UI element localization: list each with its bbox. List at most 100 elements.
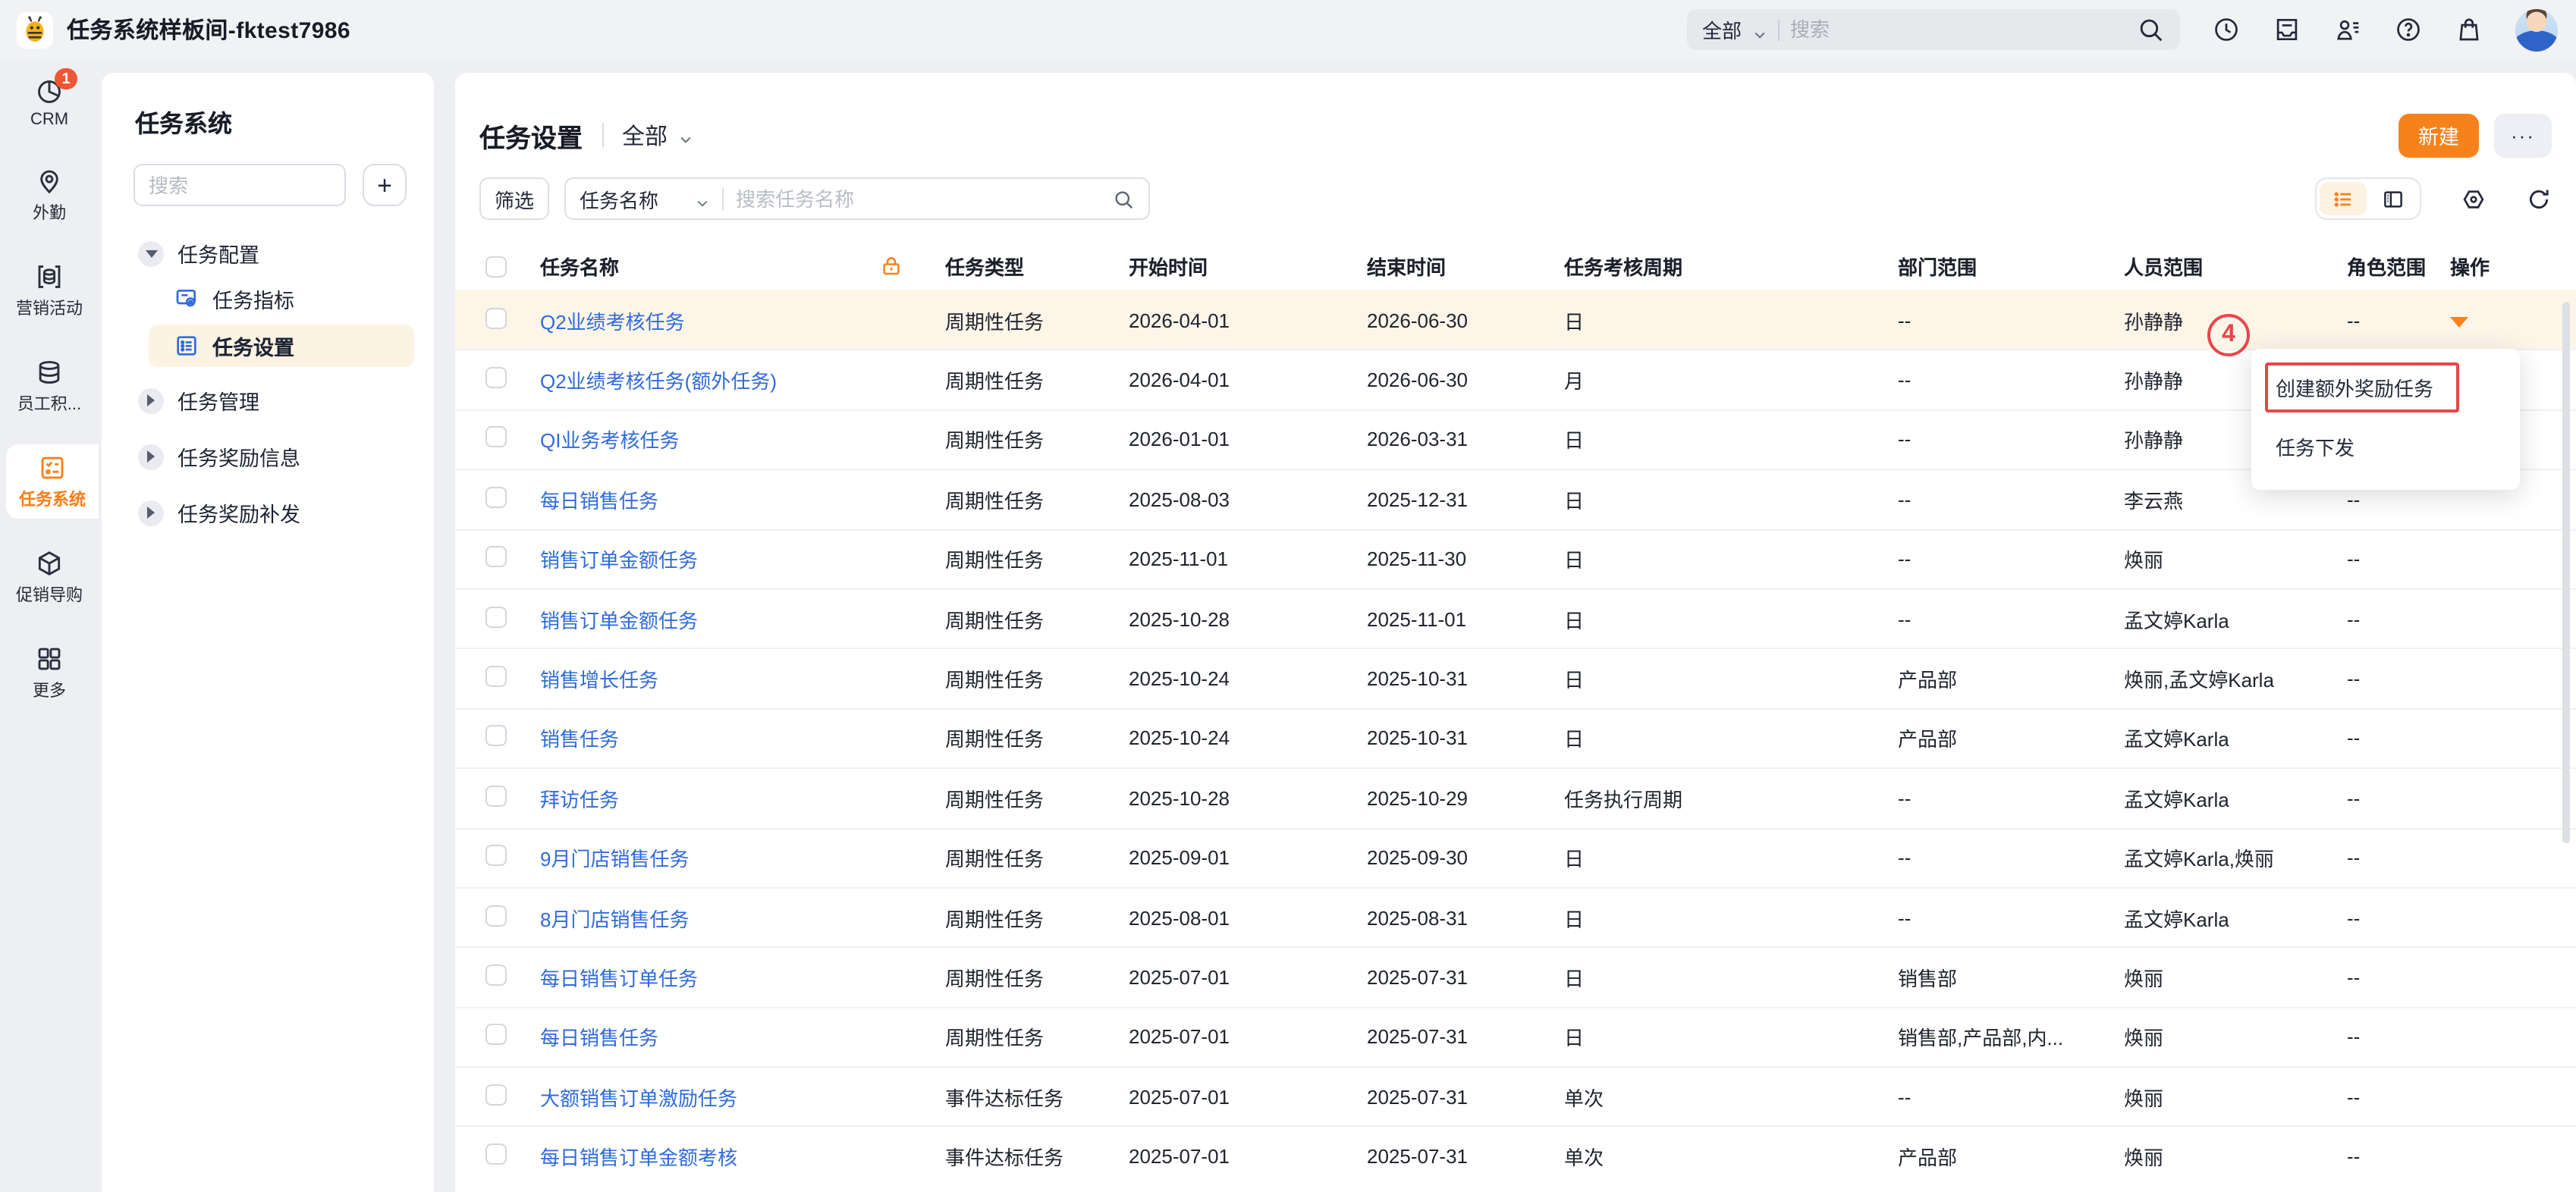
new-button[interactable]: 新建 bbox=[2399, 113, 2479, 157]
row-checkbox[interactable] bbox=[485, 666, 507, 687]
task-name-link[interactable]: QI业务考核任务 bbox=[540, 430, 679, 453]
table-row[interactable]: 每日销售任务 周期性任务 2025-07-01 2025-07-31 日 销售部… bbox=[455, 1006, 2576, 1066]
table-row[interactable]: 8月门店销售任务 周期性任务 2025-08-01 2025-08-31 日 -… bbox=[455, 887, 2576, 947]
rail-label: 外勤 bbox=[33, 200, 66, 224]
help-icon[interactable] bbox=[2394, 15, 2423, 44]
task-name-link[interactable]: 每日销售订单任务 bbox=[540, 968, 698, 990]
table-row[interactable]: 销售订单金额任务 周期性任务 2025-11-01 2025-11-30 日 -… bbox=[455, 529, 2576, 588]
table-row[interactable]: 9月门店销售任务 周期性任务 2025-09-01 2025-09-30 日 -… bbox=[455, 827, 2576, 887]
task-name-link[interactable]: Q2业绩考核任务 bbox=[540, 310, 685, 333]
row-checkbox[interactable] bbox=[485, 1024, 507, 1046]
global-search-scope[interactable]: 全部 bbox=[1702, 15, 1742, 44]
divider bbox=[722, 187, 724, 210]
tree-group-task-reward-info[interactable]: 任务奖励信息 bbox=[102, 434, 434, 479]
search-field-select[interactable]: 任务名称 bbox=[580, 184, 658, 213]
table-row[interactable]: Q2业绩考核任务 周期性任务 2026-04-01 2026-06-30 日 -… bbox=[455, 290, 2576, 350]
menu-item-create-extra-reward-task[interactable]: 创建额外奖励任务 bbox=[2265, 362, 2459, 412]
rail-item-field-work[interactable]: 外勤 bbox=[0, 158, 99, 232]
tree-item-task-metrics[interactable]: 任务指标 bbox=[102, 276, 434, 322]
row-checkbox[interactable] bbox=[485, 726, 507, 747]
inbox-feed-icon[interactable] bbox=[2273, 15, 2301, 44]
row-checkbox[interactable] bbox=[485, 487, 507, 508]
refresh-icon[interactable] bbox=[2526, 186, 2552, 212]
expand-toggle[interactable] bbox=[138, 444, 164, 469]
table-row[interactable]: 销售增长任务 周期性任务 2025-10-24 2025-10-31 日 产品部… bbox=[455, 648, 2576, 708]
history-clock-icon[interactable] bbox=[2212, 15, 2241, 44]
filter-button[interactable]: 筛选 bbox=[479, 177, 549, 220]
contacts-icon[interactable] bbox=[2333, 15, 2362, 44]
task-name-link[interactable]: 9月门店销售任务 bbox=[540, 848, 689, 870]
expand-toggle[interactable] bbox=[138, 387, 164, 413]
row-checkbox[interactable] bbox=[485, 606, 507, 627]
rail-item-points[interactable]: 员工积... bbox=[0, 349, 99, 423]
global-search-input[interactable] bbox=[1790, 18, 2125, 41]
cell-cycle: 单次 bbox=[1564, 1083, 1898, 1112]
table-row[interactable]: 大额销售订单激励任务 事件达标任务 2025-07-01 2025-07-31 … bbox=[455, 1066, 2576, 1126]
sidebar-search-input[interactable] bbox=[149, 174, 331, 196]
row-checkbox[interactable] bbox=[485, 367, 507, 388]
task-name-link[interactable]: 销售增长任务 bbox=[540, 669, 658, 692]
table-row[interactable]: 销售订单金额任务 周期性任务 2025-10-28 2025-11-01 日 -… bbox=[455, 588, 2576, 648]
task-name-link[interactable]: 拜访任务 bbox=[540, 789, 619, 811]
row-checkbox[interactable] bbox=[485, 965, 507, 986]
cell-people-scope: 孟文婷Karla bbox=[2124, 784, 2347, 813]
select-all-checkbox[interactable] bbox=[485, 256, 507, 277]
rail-item-more[interactable]: 更多 bbox=[0, 635, 99, 710]
task-name-link[interactable]: 每日销售订单金额考核 bbox=[540, 1147, 737, 1169]
tree-group-task-management[interactable]: 任务管理 bbox=[102, 378, 434, 423]
sidebar-add-button[interactable]: + bbox=[363, 164, 407, 206]
tree-group-task-reward-reissue[interactable]: 任务奖励补发 bbox=[102, 490, 434, 535]
app-store-bag-icon[interactable] bbox=[2455, 15, 2483, 44]
task-name-link[interactable]: 大额销售订单激励任务 bbox=[540, 1087, 737, 1110]
table-search-input[interactable] bbox=[736, 187, 1100, 210]
split-view-button[interactable] bbox=[2370, 182, 2417, 215]
settings-gear-icon[interactable] bbox=[2461, 186, 2486, 212]
row-actions-dropdown[interactable] bbox=[2450, 316, 2468, 327]
rail-item-promo-guide[interactable]: 促销导购 bbox=[0, 540, 99, 614]
menu-item-task-dispatch[interactable]: 任务下发 bbox=[2251, 420, 2520, 473]
tree-item-task-settings[interactable]: 任务设置 bbox=[149, 325, 414, 367]
expand-toggle[interactable] bbox=[138, 240, 164, 266]
task-name-link[interactable]: 销售订单金额任务 bbox=[540, 550, 698, 572]
row-checkbox[interactable] bbox=[485, 1084, 507, 1106]
task-settings-icon bbox=[174, 334, 199, 358]
sidebar-search[interactable] bbox=[134, 164, 346, 206]
row-checkbox[interactable] bbox=[485, 427, 507, 448]
table-row[interactable]: 每日销售订单金额考核 事件达标任务 2025-07-01 2025-07-31 … bbox=[455, 1126, 2576, 1186]
rail-item-crm[interactable]: CRM 1 bbox=[0, 68, 99, 136]
task-name-link[interactable]: Q2业绩考核任务(额外任务) bbox=[540, 370, 777, 393]
task-name-link[interactable]: 每日销售任务 bbox=[540, 490, 658, 513]
table-row[interactable]: 销售任务 周期性任务 2025-10-24 2025-10-31 日 产品部 孟… bbox=[455, 707, 2576, 767]
task-name-link[interactable]: 每日销售任务 bbox=[540, 1027, 658, 1050]
table-row[interactable]: 每日销售订单任务 周期性任务 2025-07-01 2025-07-31 日 销… bbox=[455, 947, 2576, 1007]
list-view-button[interactable] bbox=[2320, 182, 2367, 215]
cell-start-time: 2025-10-28 bbox=[1129, 787, 1367, 810]
row-checkbox[interactable] bbox=[485, 547, 507, 568]
cell-end-time: 2025-12-31 bbox=[1367, 488, 1564, 511]
row-checkbox[interactable] bbox=[485, 307, 507, 328]
table-row[interactable]: 拜访任务 周期性任务 2025-10-28 2025-10-29 任务执行周期 … bbox=[455, 767, 2576, 827]
cell-cycle: 日 bbox=[1564, 425, 1898, 454]
cell-end-time: 2025-07-31 bbox=[1367, 966, 1564, 989]
global-search[interactable]: 全部 bbox=[1687, 9, 2180, 50]
view-scope-dropdown[interactable]: 全部 bbox=[622, 119, 693, 151]
row-checkbox[interactable] bbox=[485, 1143, 507, 1165]
row-checkbox[interactable] bbox=[485, 905, 507, 926]
row-checkbox[interactable] bbox=[485, 845, 507, 866]
row-checkbox[interactable] bbox=[485, 786, 507, 807]
task-name-link[interactable]: 销售任务 bbox=[540, 729, 619, 751]
column-header-actions: 操作 bbox=[2450, 252, 2561, 281]
search-icon[interactable] bbox=[1112, 187, 1135, 210]
user-avatar[interactable] bbox=[2515, 8, 2558, 51]
search-icon[interactable] bbox=[2136, 15, 2165, 44]
vertical-scrollbar[interactable] bbox=[2562, 302, 2570, 843]
rail-item-marketing[interactable]: 营销活动 bbox=[0, 253, 99, 328]
expand-toggle[interactable] bbox=[138, 500, 164, 525]
task-name-link[interactable]: 销售订单金额任务 bbox=[540, 609, 698, 632]
tree-group-task-config[interactable]: 任务配置 bbox=[102, 231, 434, 276]
rail-item-task-system[interactable]: 任务系统 bbox=[6, 444, 99, 519]
cell-dept-scope: -- bbox=[1898, 846, 2124, 869]
more-actions-button[interactable]: ··· bbox=[2494, 113, 2552, 157]
table-search[interactable]: 任务名称 bbox=[564, 177, 1150, 220]
task-name-link[interactable]: 8月门店销售任务 bbox=[540, 908, 689, 930]
